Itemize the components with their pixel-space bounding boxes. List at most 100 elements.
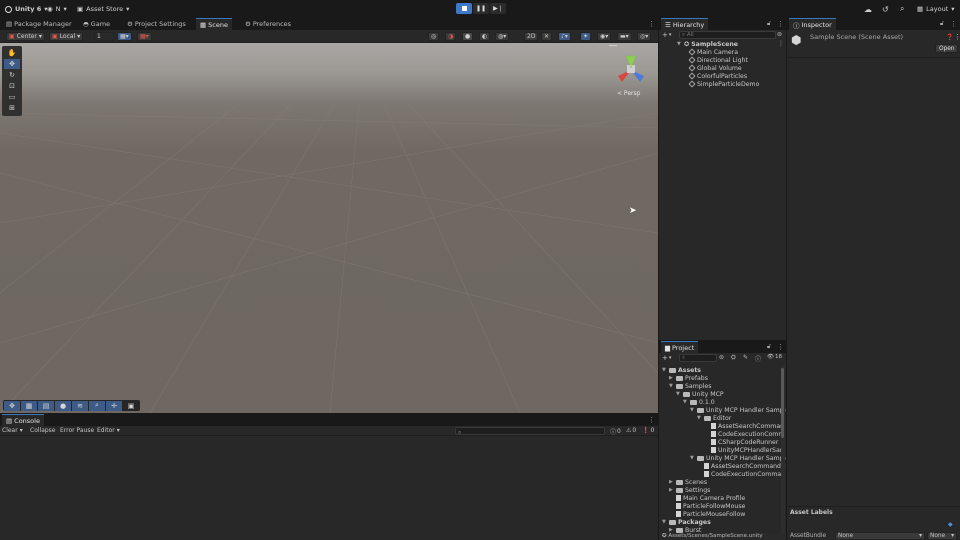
- shading-mode-button[interactable]: ◑: [445, 32, 457, 41]
- 2d-toggle[interactable]: 2D: [524, 32, 539, 41]
- overlay-sphere-button[interactable]: ●: [55, 400, 71, 411]
- kebab-menu-icon[interactable]: ⋮: [648, 416, 655, 424]
- render-mode-dropdown[interactable]: ◍▾: [495, 32, 510, 41]
- project-tree-item[interactable]: ▼ Unity MCP Handler Sample: [690, 406, 786, 414]
- lock-icon[interactable]: 🔓︎: [767, 20, 771, 28]
- project-tree-item[interactable]: ▼ Unity MCP Handler Sample: [690, 454, 786, 462]
- search-button[interactable]: ⌕: [900, 4, 904, 14]
- favorite-icon[interactable]: ✎: [743, 354, 748, 361]
- project-tree-item[interactable]: ▶ Scenes: [669, 478, 707, 486]
- history-button[interactable]: ↺: [882, 4, 889, 14]
- grid-snap-toggle[interactable]: ▦▾: [117, 32, 132, 41]
- overlay-pivot-button[interactable]: ✛: [106, 400, 122, 411]
- lighting-toggle[interactable]: ✕: [541, 32, 553, 41]
- project-tree-item[interactable]: ▼ Samples: [669, 382, 711, 390]
- project-tree-item[interactable]: ▼ Editor: [697, 414, 731, 422]
- error-count-toggle[interactable]: ❗ 0: [642, 427, 654, 434]
- help-icon[interactable]: ❓: [946, 34, 953, 41]
- user-button[interactable]: ◉ N ▾: [47, 4, 67, 14]
- kebab-menu-icon[interactable]: ⋮: [777, 20, 784, 28]
- hierarchy-item[interactable]: ColorfulParticles: [688, 72, 747, 80]
- play-button[interactable]: [456, 3, 472, 14]
- pivot-center-dropdown[interactable]: ▣ Center ▾: [6, 32, 45, 41]
- tab-project-settings[interactable]: ⚙ Project Settings: [123, 18, 190, 30]
- project-tree-item[interactable]: AssetSearchCommandH: [697, 462, 786, 470]
- hierarchy-item[interactable]: Directional Light: [688, 56, 748, 64]
- camera-dropdown[interactable]: ▬▾: [617, 32, 632, 41]
- project-scrollbar[interactable]: [781, 366, 785, 538]
- assetbundle-variant-dropdown[interactable]: None ▾: [927, 532, 957, 540]
- project-tree-item[interactable]: CodeExecutionComman: [697, 470, 785, 478]
- overlay-move-button[interactable]: ✥: [4, 400, 20, 411]
- lock-icon[interactable]: 🔓︎: [940, 20, 944, 28]
- project-tree-item[interactable]: ParticleMouseFollow: [669, 510, 745, 518]
- hierarchy-search-input[interactable]: ⌕ All: [679, 31, 776, 39]
- scale-tool-button[interactable]: ⊡: [4, 81, 20, 91]
- scene-viewport[interactable]: ✋ ✥ ↻ ⊡ ▭ ⊞ < Persp ➤ ✥ ▦ ▤ ● ≋ ⌕ ✛ ▣: [0, 43, 658, 413]
- filter-icon[interactable]: ⊜: [777, 31, 782, 38]
- tab-scene[interactable]: ▦ Scene: [196, 18, 232, 30]
- project-tree-item[interactable]: AssetSearchComman: [704, 422, 784, 430]
- lock-icon[interactable]: 🔓︎: [767, 343, 771, 351]
- gizmos-dropdown[interactable]: ◎▾: [637, 32, 652, 41]
- error-pause-button[interactable]: Error Pause: [60, 427, 94, 434]
- kebab-menu-icon[interactable]: ⋮: [648, 20, 655, 28]
- project-tree-item[interactable]: ▼ 0.1.0: [683, 398, 715, 406]
- project-create-button[interactable]: + ▾: [662, 354, 671, 362]
- assetbundle-dropdown[interactable]: None ▾: [835, 532, 925, 540]
- wireframe-mode-button[interactable]: ◐: [479, 32, 491, 41]
- tab-preferences[interactable]: ⚙ Preferences: [241, 18, 295, 30]
- tab-hierarchy[interactable]: ☰ Hierarchy: [661, 18, 709, 30]
- asset-store-button[interactable]: ▣ Asset Store ▾: [77, 4, 129, 14]
- kebab-menu-icon[interactable]: ⋮: [777, 343, 784, 351]
- create-button[interactable]: + ▾: [662, 31, 671, 39]
- scene-menu-icon[interactable]: ⋮: [778, 40, 784, 47]
- rotate-tool-button[interactable]: ↻: [4, 70, 20, 80]
- overlay-layers-button[interactable]: ≋: [72, 400, 88, 411]
- project-tree-item[interactable]: ▶ Prefabs: [669, 374, 708, 382]
- project-tree-item[interactable]: ▶ Settings: [669, 486, 710, 494]
- rect-tool-button[interactable]: ▭: [4, 92, 20, 102]
- draw-mode-button[interactable]: ◎: [428, 32, 440, 41]
- effects-toggle[interactable]: ✦: [580, 32, 592, 41]
- project-tree-item[interactable]: ParticleFollowMouse: [669, 502, 745, 510]
- account-button[interactable]: Unity 6 ▾: [5, 4, 48, 14]
- console-search-input[interactable]: ⌕: [455, 427, 605, 436]
- project-tree-item[interactable]: CSharpCodeRunner: [704, 438, 778, 446]
- shaded-mode-button[interactable]: ●: [462, 32, 474, 41]
- audio-toggle[interactable]: ♪▾: [558, 32, 571, 41]
- tab-inspector[interactable]: ⓘ Inspector: [789, 18, 836, 30]
- search-by-label-icon[interactable]: ⛭: [731, 354, 736, 362]
- hidden-packages-toggle[interactable]: 👁︎ 18: [767, 354, 782, 360]
- layout-dropdown[interactable]: ▦ Layout ▾: [917, 4, 955, 14]
- tab-console[interactable]: ▤ Console: [2, 414, 44, 426]
- inspector-menu-icon[interactable]: ⋮: [954, 33, 960, 41]
- tab-project[interactable]: ▆ Project: [661, 341, 699, 353]
- scene-root-row[interactable]: ▼ ✪ SampleScene: [677, 40, 738, 48]
- warning-count-toggle[interactable]: ⚠ 0: [626, 427, 636, 434]
- hierarchy-item[interactable]: SimpleParticleDemo: [688, 80, 759, 88]
- transform-tool-button[interactable]: ⊞: [4, 103, 20, 113]
- project-tree-item[interactable]: Main Camera Profile: [669, 494, 745, 502]
- project-tree-item[interactable]: ▼ Assets: [662, 366, 701, 374]
- hierarchy-item[interactable]: Main Camera: [688, 48, 738, 56]
- kebab-menu-icon[interactable]: ⋮: [950, 20, 957, 28]
- scrollbar-thumb[interactable]: [781, 368, 784, 438]
- clear-dropdown[interactable]: Clear ▾: [2, 427, 23, 434]
- perspective-label[interactable]: < Persp: [617, 90, 640, 97]
- project-tree-item[interactable]: ▼ Packages: [662, 518, 711, 526]
- pause-button[interactable]: ❚❚: [473, 3, 489, 14]
- move-tool-button[interactable]: ✥: [4, 59, 20, 69]
- log-count-toggle[interactable]: ⓘ 0: [610, 427, 621, 436]
- label-tag-icon[interactable]: ◆: [948, 521, 953, 528]
- overlay-snap-button[interactable]: ▤: [38, 400, 54, 411]
- overlay-search-button[interactable]: ⌕: [89, 400, 105, 411]
- grid-size-field[interactable]: 1: [94, 32, 114, 41]
- project-tree-item[interactable]: CodeExecutionComm: [704, 430, 784, 438]
- cloud-button[interactable]: ☁: [864, 4, 872, 14]
- space-local-dropdown[interactable]: ▣ Local ▾: [49, 32, 84, 41]
- info-icon[interactable]: ⓘ: [755, 354, 761, 363]
- hierarchy-item[interactable]: Global Volume: [688, 64, 742, 72]
- open-button[interactable]: Open: [935, 44, 959, 53]
- collapse-button[interactable]: Collapse: [30, 427, 56, 434]
